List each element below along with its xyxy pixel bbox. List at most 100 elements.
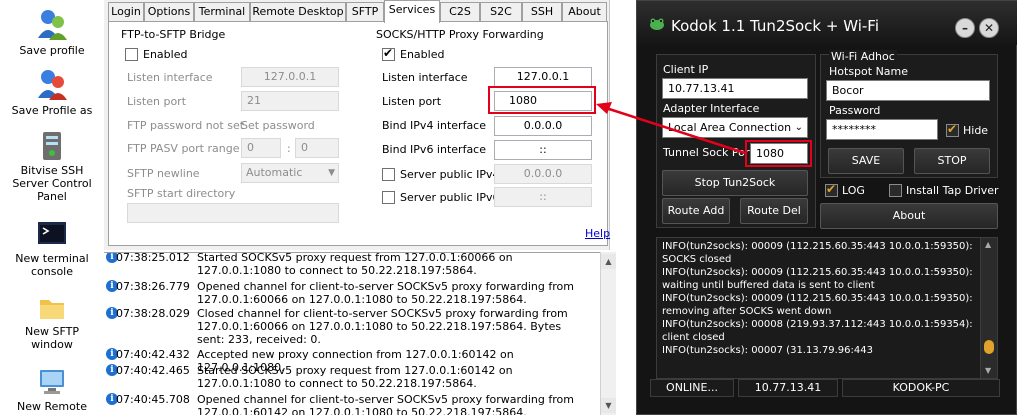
tab-ssh[interactable]: SSH	[522, 2, 562, 22]
install-tap-checkbox[interactable]	[889, 184, 902, 197]
save-profile-label: Save profile	[19, 44, 85, 57]
password-label: Password	[829, 104, 881, 117]
save-button[interactable]: SAVE	[828, 148, 904, 174]
proxy-enabled-label: Enabled	[400, 48, 445, 61]
new-remote-label: New Remote	[17, 400, 87, 413]
new-remote-button[interactable]: New Remote	[0, 366, 104, 413]
bind-ipv4-label: Bind IPv4 interface	[382, 119, 486, 132]
tunnel-port-highlight-box	[745, 140, 812, 167]
set-password-button[interactable]: Set password	[241, 119, 315, 132]
scroll-up-icon[interactable]: ▲	[601, 254, 616, 269]
save-profile-as-icon	[38, 70, 67, 100]
close-icon[interactable]: ✕	[979, 18, 999, 38]
tab-options[interactable]: Options	[144, 2, 194, 22]
scroll-thumb[interactable]	[984, 340, 994, 354]
proxy-enabled-checkbox[interactable]: ✔	[382, 46, 395, 61]
ftp-password-label: FTP password not set	[127, 119, 245, 132]
route-add-button[interactable]: Route Add	[662, 198, 730, 224]
bind-ipv4-field[interactable]: 0.0.0.0	[494, 116, 592, 136]
log-message: Opened channel for client-to-server SOCK…	[197, 280, 574, 306]
save-profile-as-button[interactable]: Save Profile as	[0, 68, 104, 117]
pasv-from-field[interactable]: 0	[241, 138, 281, 158]
sftp-window-icon	[40, 300, 64, 319]
ftp-listen-interface-label: Listen interface	[127, 71, 213, 84]
client-ip-label: Client IP	[663, 63, 709, 76]
checkmark-icon: ✔	[383, 46, 394, 60]
checkmark-icon: ✔	[826, 182, 837, 196]
adapter-interface-select[interactable]: Local Area Connection ⌄	[662, 117, 808, 138]
public-ipv4-checkbox[interactable]	[382, 168, 395, 181]
kodok-log-line: INFO(tun2socks): 00007 (31.13.79.96:443	[662, 345, 873, 356]
log-time: 07:40:42.465	[116, 364, 190, 377]
log-scrollbar[interactable]: ▲ ▼	[600, 252, 616, 415]
public-ipv6-checkbox[interactable]	[382, 191, 395, 204]
tab-services[interactable]: Services	[384, 0, 440, 23]
route-del-button[interactable]: Route Del	[740, 198, 808, 224]
password-field[interactable]: ********	[826, 119, 938, 140]
public-ipv4-field[interactable]: 0.0.0.0	[494, 164, 592, 184]
client-ip-field[interactable]: 10.77.13.41	[662, 78, 808, 99]
tab-c2s[interactable]: C2S	[440, 2, 480, 22]
scroll-down-icon[interactable]: ▼	[601, 398, 616, 413]
ftp-pasv-range-label: FTP PASV port range	[127, 142, 240, 155]
public-ipv6-label: Server public IPv6	[400, 191, 500, 204]
proxy-listen-interface-label: Listen interface	[382, 71, 468, 84]
new-sftp-button[interactable]: New SFTP window	[0, 293, 104, 351]
ftp-bridge-title: FTP-to-SFTP Bridge	[121, 28, 226, 41]
sftp-start-dir-field[interactable]	[127, 203, 339, 223]
new-terminal-button[interactable]: New terminal console	[0, 218, 104, 278]
tab-sftp[interactable]: SFTP	[346, 2, 384, 22]
status-host: KODOK-PC	[842, 379, 1000, 397]
install-tap-label: Install Tap Driver	[906, 184, 999, 197]
frog-logo-icon	[650, 18, 664, 30]
minimize-icon[interactable]: –	[955, 18, 975, 38]
kodok-title-bar[interactable]: Kodok 1.1 Tun2Sock + Wi-Fi – ✕	[637, 1, 1017, 45]
sftp-newline-select[interactable]: Automatic ▼	[241, 163, 339, 183]
server-control-label: Bitvise SSH Server Control Panel	[12, 164, 92, 203]
help-link[interactable]: Help	[585, 227, 610, 240]
server-control-icon	[43, 132, 61, 160]
new-sftp-label: New SFTP window	[25, 325, 79, 351]
log-time: 07:38:26.779	[116, 280, 190, 293]
save-profile-button[interactable]: Save profile	[0, 8, 104, 57]
kodok-log-scrollbar[interactable]: ▲ ▼	[980, 238, 997, 378]
kodok-log-line: INFO(tun2socks): 00008 (219.93.37.112:44…	[662, 319, 973, 330]
save-profile-as-label: Save Profile as	[11, 104, 93, 117]
log-time: 07:40:45.708	[116, 393, 190, 406]
wifi-adhoc-title: Wi-Fi Adhoc	[829, 50, 897, 63]
kodok-log-line: waiting until buffered data is sent to c…	[662, 280, 875, 291]
about-button[interactable]: About	[820, 203, 998, 229]
bitvise-toolbar: Save profile Save Profile as Bitvise SSH…	[0, 0, 104, 415]
public-ipv6-field[interactable]: ::	[494, 187, 592, 207]
kodok-log: INFO(tun2socks): 00009 (112.215.60.35:44…	[656, 237, 998, 379]
bind-ipv6-field[interactable]: ::	[494, 140, 592, 160]
stop-tun2sock-button[interactable]: Stop Tun2Sock	[662, 170, 808, 196]
ftp-enabled-checkbox[interactable]	[125, 48, 138, 61]
log-time: 07:38:28.029	[116, 307, 190, 320]
tab-terminal[interactable]: Terminal	[194, 2, 250, 22]
status-connection: ONLINE...	[650, 379, 734, 397]
ftp-listen-port-label: Listen port	[127, 95, 187, 108]
services-tab-content: FTP-to-SFTP Bridge Enabled Listen interf…	[108, 21, 610, 246]
stop-button[interactable]: STOP	[914, 148, 990, 174]
hide-checkbox[interactable]: ✔	[946, 122, 959, 137]
tab-about[interactable]: About	[562, 2, 607, 22]
scroll-down-icon[interactable]: ▼	[985, 366, 991, 375]
server-control-panel-button[interactable]: Bitvise SSH Server Control Panel	[0, 130, 104, 203]
pasv-to-field[interactable]: 0	[295, 138, 339, 158]
hotspot-name-field[interactable]: Bocor	[826, 80, 990, 101]
proxy-listen-interface-field[interactable]: 127.0.0.1	[494, 67, 592, 87]
scroll-up-icon[interactable]: ▲	[985, 240, 991, 249]
tab-s2c[interactable]: S2C	[480, 2, 522, 22]
ftp-listen-port-field[interactable]: 21	[241, 91, 339, 111]
tab-login[interactable]: Login	[108, 2, 144, 22]
sftp-newline-label: SFTP newline	[127, 167, 200, 180]
tab-remote-desktop[interactable]: Remote Desktop	[250, 2, 346, 22]
log-checkbox[interactable]: ✔	[825, 182, 838, 197]
kodok-status-bar: ONLINE... 10.77.13.41 KODOK-PC	[650, 379, 1002, 399]
save-profile-icon	[38, 10, 67, 40]
status-ip: 10.77.13.41	[738, 379, 838, 397]
log-message: Started SOCKSv5 proxy request from 127.0…	[197, 364, 513, 390]
ftp-listen-interface-field[interactable]: 127.0.0.1	[241, 67, 339, 87]
bitvise-main-panel: Login Options Terminal Remote Desktop SF…	[104, 0, 610, 250]
